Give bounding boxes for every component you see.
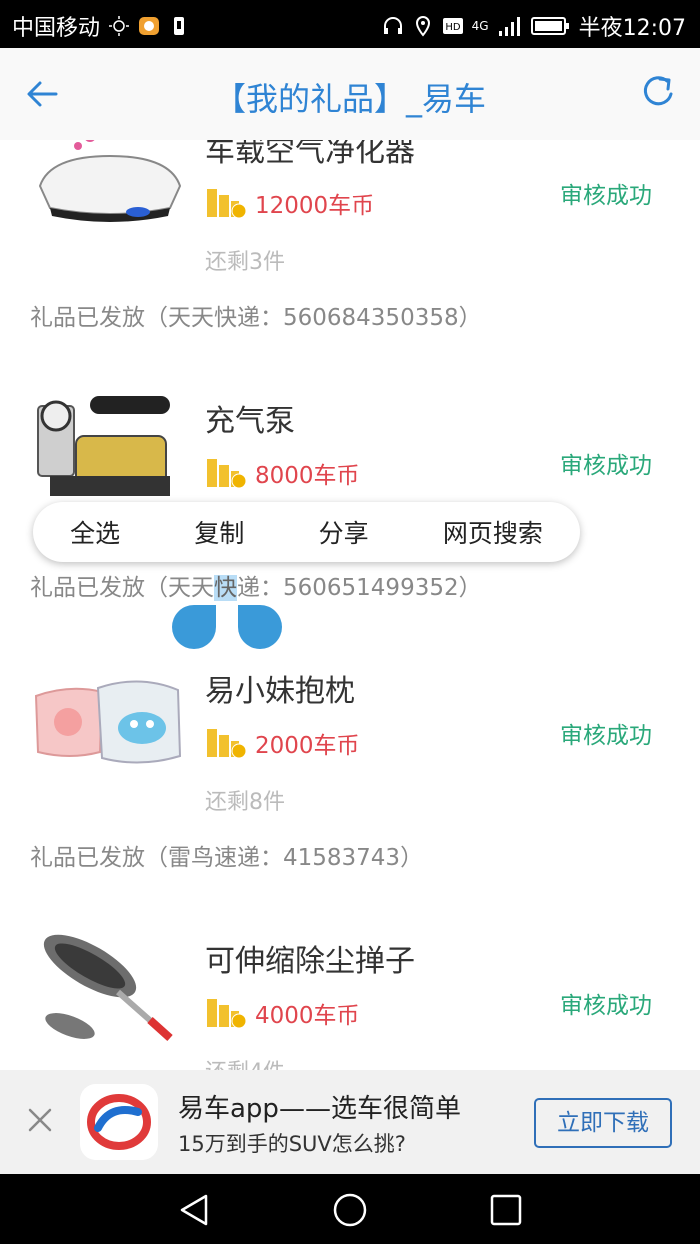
gift-price: 4000车币 bbox=[205, 996, 360, 1030]
menu-item-copy[interactable]: 复制 bbox=[194, 514, 244, 550]
banner-title: 易车app——选车很简单 bbox=[178, 1094, 461, 1124]
shipping-info[interactable]: 礼品已发放（天天快递：560651499352） bbox=[30, 568, 482, 602]
menu-item-share[interactable]: 分享 bbox=[319, 514, 369, 550]
menu-item-web-search[interactable]: 网页搜索 bbox=[443, 514, 543, 550]
selection-handle-start[interactable] bbox=[172, 605, 216, 649]
download-button[interactable]: 立即下载 bbox=[534, 1098, 672, 1148]
price-label: 12000车币 bbox=[255, 193, 375, 219]
close-icon[interactable] bbox=[26, 1106, 54, 1134]
gift-item[interactable]: 易小妹抱枕 2000车币 还剩8件 审核成功 礼品已发放（雷鸟速递：415837… bbox=[0, 636, 700, 908]
review-status-badge: 审核成功 bbox=[560, 993, 652, 1019]
gift-item[interactable]: 车载空气净化器 12000车币 还剩3件 审核成功 礼品已发放（天天快递：560… bbox=[0, 140, 700, 368]
headset-icon bbox=[383, 17, 402, 34]
price-label: 4000车币 bbox=[255, 1003, 360, 1029]
gift-price: 2000车币 bbox=[205, 726, 360, 760]
gift-name: 车载空气净化器 bbox=[205, 140, 415, 169]
selection-handle-end[interactable] bbox=[238, 605, 282, 649]
carrier-label: 中国移动 bbox=[12, 16, 101, 41]
banner-subtitle: 15万到手的SUV怎么挑? bbox=[178, 1132, 406, 1156]
nav-back-icon[interactable] bbox=[176, 1192, 212, 1228]
duster-image bbox=[43, 934, 173, 1041]
system-navigation-bar bbox=[0, 1174, 700, 1244]
review-status-badge: 审核成功 bbox=[560, 453, 652, 479]
gift-price: 12000车币 bbox=[205, 186, 374, 220]
shipping-info[interactable]: 礼品已发放（雷鸟速递：41583743） bbox=[30, 838, 423, 872]
network-type: 4G bbox=[471, 19, 489, 33]
refresh-icon[interactable] bbox=[638, 72, 678, 112]
review-status-badge: 审核成功 bbox=[560, 183, 652, 209]
signal-icon bbox=[498, 17, 520, 36]
status-bar: 中国移动 HD 4G 半夜12:07 bbox=[0, 0, 700, 48]
clock: 半夜12:07 bbox=[578, 16, 686, 41]
shipping-text-prefix: 礼品已发放（天天 bbox=[30, 575, 214, 601]
text-selection-menu: 全选 复制 分享 网页搜索 bbox=[33, 502, 580, 562]
remaining-count: 还剩8件 bbox=[205, 790, 285, 815]
nav-home-icon[interactable] bbox=[332, 1192, 368, 1228]
review-status-badge: 审核成功 bbox=[560, 723, 652, 749]
nav-recents-icon[interactable] bbox=[488, 1192, 524, 1228]
coin-stack-icon bbox=[207, 189, 247, 219]
remaining-count: 还剩4件 bbox=[205, 1054, 285, 1070]
shipping-info[interactable]: 礼品已发放（天天快递：560684350358） bbox=[30, 298, 482, 332]
gift-name: 易小妹抱枕 bbox=[205, 674, 355, 709]
gift-list[interactable]: 车载空气净化器 12000车币 还剩3件 审核成功 礼品已发放（天天快递：560… bbox=[0, 140, 700, 1070]
svg-text:HD: HD bbox=[445, 22, 461, 33]
gift-item[interactable]: 可伸缩除尘掸子 4000车币 还剩4件 审核成功 bbox=[0, 906, 700, 1070]
app-header: 【我的礼品】_易车 bbox=[0, 48, 700, 141]
page-title: 【我的礼品】_易车 bbox=[213, 80, 486, 118]
selected-text[interactable]: 快 bbox=[214, 575, 237, 601]
air-purifier-image bbox=[38, 140, 182, 222]
coin-stack-icon bbox=[207, 729, 247, 759]
gift-name: 可伸缩除尘掸子 bbox=[205, 944, 415, 979]
coin-stack-icon bbox=[207, 459, 247, 489]
coin-stack-icon bbox=[207, 999, 247, 1029]
app-notification-icon bbox=[139, 17, 160, 35]
price-label: 8000车币 bbox=[255, 463, 360, 489]
gift-price: 8000车币 bbox=[205, 456, 360, 490]
location-icon bbox=[415, 15, 430, 37]
brightness-icon bbox=[109, 16, 130, 36]
yiche-logo-icon bbox=[80, 1084, 158, 1160]
remaining-count: 还剩3件 bbox=[205, 250, 285, 275]
battery-icon bbox=[530, 17, 569, 35]
menu-item-select-all[interactable]: 全选 bbox=[70, 514, 120, 550]
battery-saver-icon bbox=[174, 17, 185, 35]
pillow-image bbox=[34, 680, 182, 764]
shipping-text-suffix: 递：560651499352） bbox=[237, 575, 482, 601]
gift-name: 充气泵 bbox=[205, 404, 295, 439]
air-pump-image bbox=[37, 396, 170, 496]
app-download-banner: 易车app——选车很简单 15万到手的SUV怎么挑? 立即下载 bbox=[0, 1070, 700, 1174]
hd-icon: HD bbox=[442, 18, 463, 34]
price-label: 2000车币 bbox=[255, 733, 360, 759]
